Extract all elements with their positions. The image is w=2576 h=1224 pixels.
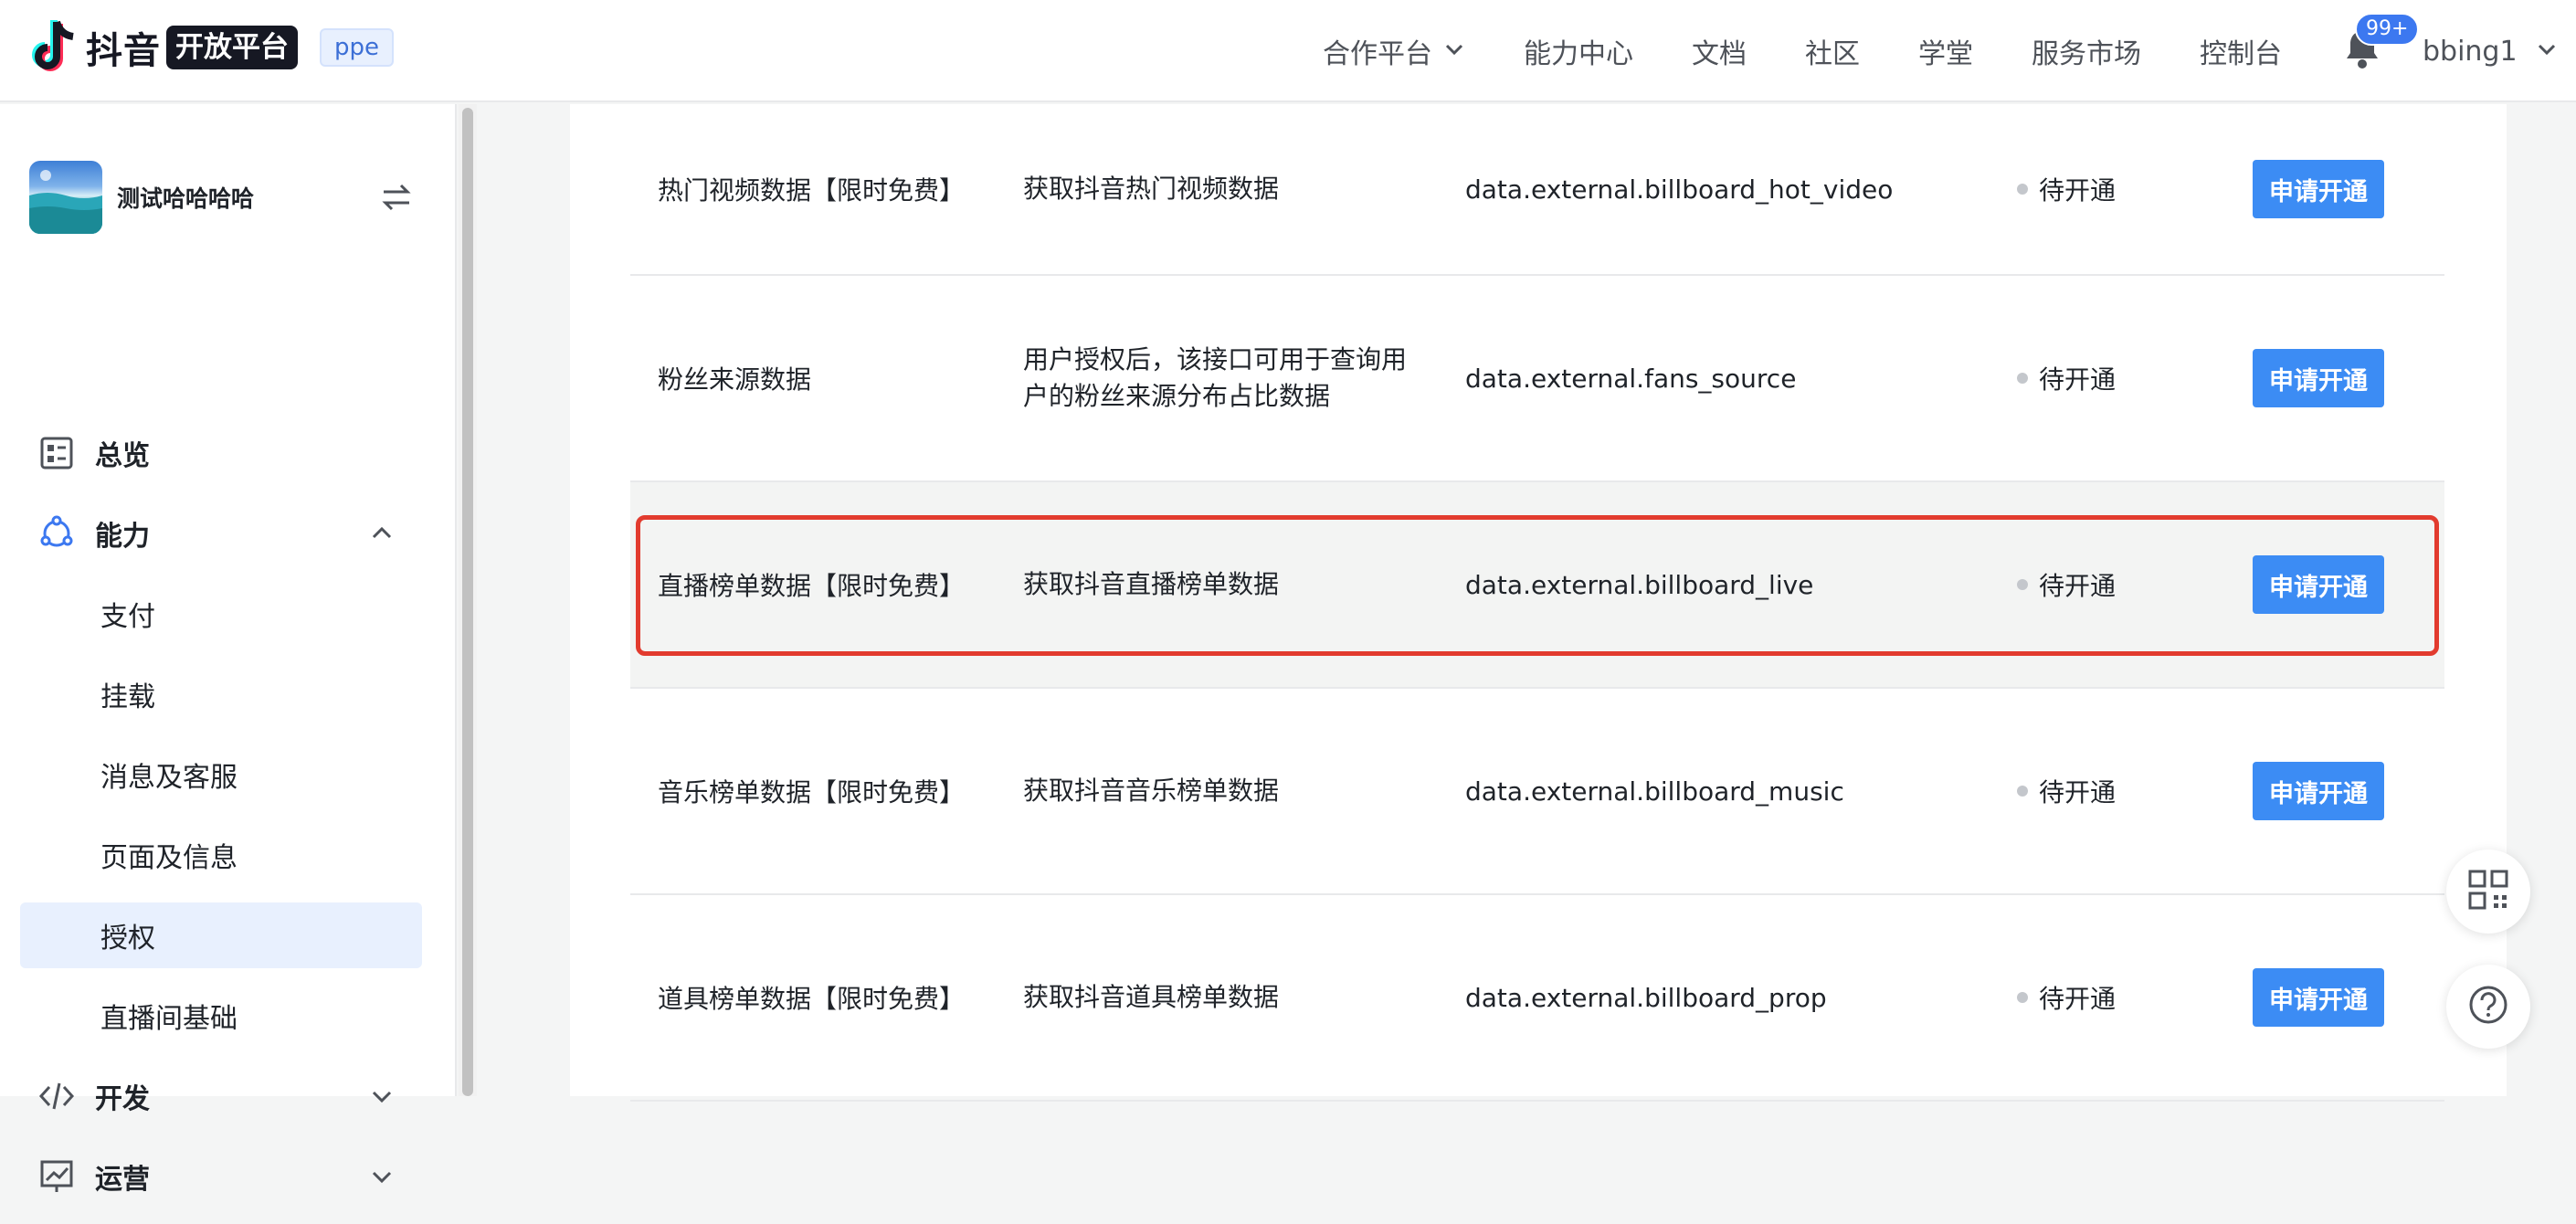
qrcode-button[interactable] xyxy=(2446,849,2530,934)
qrcode-icon xyxy=(2466,868,2510,915)
permission-name: 粉丝来源数据 xyxy=(658,364,812,395)
permission-scope: data.external.billboard_hot_video xyxy=(1465,174,1894,205)
main-content: 热门视频数据【限时免费】 获取抖音热门视频数据 data.external.bi… xyxy=(570,104,2507,1102)
status-text: 待开通 xyxy=(2039,777,2117,807)
douyin-note-icon xyxy=(29,18,80,77)
table-row: 直播榜单数据【限时免费】 获取抖音直播榜单数据 data.external.bi… xyxy=(630,482,2444,689)
permission-scope: data.external.fans_source xyxy=(1465,363,1797,394)
sidebar-scrollbar[interactable] xyxy=(459,104,477,1096)
status-badge: 待开通 xyxy=(2017,360,2116,396)
nav-partner-platform[interactable]: 合作平台 xyxy=(1323,31,1465,71)
sidebar-item-label: 能力 xyxy=(95,521,150,553)
permission-scope: data.external.billboard_prop xyxy=(1465,982,1827,1013)
status-badge: 待开通 xyxy=(2017,773,2116,809)
status-text: 待开通 xyxy=(2039,984,2117,1014)
app-avatar xyxy=(29,161,102,234)
code-icon xyxy=(38,1078,75,1114)
sidebar-item-live-basic[interactable]: 直播间基础 xyxy=(20,983,422,1049)
sidebar-menu: 总览 能力 支付 挂载 消息及客服 页面及信息 授权 直播间基础 开发 运营 xyxy=(20,420,422,1224)
table-row: 热门视频数据【限时免费】 获取抖音热门视频数据 data.external.bi… xyxy=(630,104,2444,276)
platform-logo[interactable]: 抖音 开放平台 ppe xyxy=(29,18,395,77)
permission-name: 直播榜单数据【限时免费】 xyxy=(658,571,966,601)
nav-docs[interactable]: 文档 xyxy=(1692,31,1747,71)
status-dot xyxy=(2017,579,2028,590)
nav-label: 合作平台 xyxy=(1323,38,1432,70)
status-badge: 待开通 xyxy=(2017,979,2116,1016)
status-dot xyxy=(2017,786,2028,797)
sidebar: 测试哈哈哈哈 总览 能力 支付 挂载 消息及客服 页面及信息 授权 直播间基础 … xyxy=(0,104,457,1196)
sidebar-item-develop[interactable]: 开发 xyxy=(20,1063,422,1129)
username: bbing1 xyxy=(2423,35,2518,68)
nav-community[interactable]: 社区 xyxy=(1805,31,1860,71)
permission-desc: 获取抖音直播榜单数据 xyxy=(1023,569,1280,599)
sidebar-item-payment[interactable]: 支付 xyxy=(20,581,422,647)
sidebar-item-overview[interactable]: 总览 xyxy=(20,420,422,486)
sidebar-item-mount[interactable]: 挂载 xyxy=(20,661,422,727)
permission-name: 道具榜单数据【限时免费】 xyxy=(658,984,966,1014)
sidebar-item-page-info[interactable]: 页面及信息 xyxy=(20,822,422,888)
chevron-down-icon xyxy=(369,1164,395,1197)
sidebar-item-capability[interactable]: 能力 xyxy=(20,501,422,566)
help-button[interactable] xyxy=(2446,965,2530,1049)
nav-academy[interactable]: 学堂 xyxy=(1918,31,1973,71)
user-menu[interactable]: bbing1 xyxy=(2423,0,2558,102)
top-nav: 合作平台 能力中心 文档 社区 学堂 服务市场 控制台 xyxy=(1323,0,2282,102)
switch-arrows-icon[interactable] xyxy=(380,181,413,214)
sidebar-item-message-service[interactable]: 消息及客服 xyxy=(20,742,422,807)
chart-icon xyxy=(38,1158,75,1195)
table-row: 粉丝来源数据 用户授权后，该接口可用于查询用户的粉丝来源分布占比数据 data.… xyxy=(630,276,2444,482)
status-dot xyxy=(2017,373,2028,384)
permission-desc: 获取抖音道具榜单数据 xyxy=(1023,982,1280,1012)
sidebar-item-label: 运营 xyxy=(95,1164,150,1196)
status-dot xyxy=(2017,992,2028,1003)
table-row: 道具榜单数据【限时免费】 获取抖音道具榜单数据 data.external.bi… xyxy=(630,895,2444,1102)
capability-icon xyxy=(38,515,75,552)
permission-desc: 用户授权后，该接口可用于查询用户的粉丝来源分布占比数据 xyxy=(1023,344,1408,411)
status-text: 待开通 xyxy=(2039,571,2117,601)
permission-table: 热门视频数据【限时免费】 获取抖音热门视频数据 data.external.bi… xyxy=(630,104,2444,1102)
apply-button[interactable]: 申请开通 xyxy=(2253,968,2384,1027)
dashboard-icon xyxy=(38,435,75,471)
nav-service-market[interactable]: 服务市场 xyxy=(2032,31,2141,71)
app-switcher[interactable]: 测试哈哈哈哈 xyxy=(29,159,413,236)
permission-name: 音乐榜单数据【限时免费】 xyxy=(658,777,966,807)
apply-button[interactable]: 申请开通 xyxy=(2253,555,2384,614)
status-text: 待开通 xyxy=(2039,364,2117,395)
sidebar-item-label: 开发 xyxy=(95,1083,150,1115)
chevron-up-icon xyxy=(369,521,395,554)
chevron-down-icon xyxy=(1443,36,1465,68)
permission-scope: data.external.billboard_music xyxy=(1465,776,1844,807)
permission-scope: data.external.billboard_live xyxy=(1465,569,1814,600)
permission-name: 热门视频数据【限时免费】 xyxy=(658,175,966,206)
sidebar-item-authorization[interactable]: 授权 xyxy=(20,902,422,968)
status-badge: 待开通 xyxy=(2017,566,2116,603)
permission-desc: 获取抖音热门视频数据 xyxy=(1023,174,1280,204)
logo-name: 抖音 xyxy=(86,30,161,72)
status-badge: 待开通 xyxy=(2017,171,2116,207)
table-row: 音乐榜单数据【限时免费】 获取抖音音乐榜单数据 data.external.bi… xyxy=(630,689,2444,895)
logo-badge: 开放平台 xyxy=(166,26,298,69)
nav-capability-center[interactable]: 能力中心 xyxy=(1524,31,1633,71)
nav-console[interactable]: 控制台 xyxy=(2200,31,2282,71)
top-header: 抖音 开放平台 ppe 合作平台 能力中心 文档 社区 学堂 服务市场 控制台 … xyxy=(0,0,2576,102)
scrollbar-thumb[interactable] xyxy=(462,108,473,1096)
sidebar-item-operate[interactable]: 运营 xyxy=(20,1144,422,1209)
apply-button[interactable]: 申请开通 xyxy=(2253,160,2384,218)
env-tag: ppe xyxy=(320,28,395,67)
apply-button[interactable]: 申请开通 xyxy=(2253,349,2384,407)
sidebar-item-label: 总览 xyxy=(95,440,150,472)
status-text: 待开通 xyxy=(2039,175,2117,206)
permission-desc: 获取抖音音乐榜单数据 xyxy=(1023,776,1280,806)
chevron-down-icon xyxy=(369,1083,395,1116)
apply-button[interactable]: 申请开通 xyxy=(2253,762,2384,820)
help-icon xyxy=(2466,983,2510,1030)
status-dot xyxy=(2017,184,2028,195)
notification-badge: 99+ xyxy=(2355,13,2420,46)
app-name: 测试哈哈哈哈 xyxy=(117,185,255,212)
chevron-down-icon xyxy=(2536,36,2558,68)
